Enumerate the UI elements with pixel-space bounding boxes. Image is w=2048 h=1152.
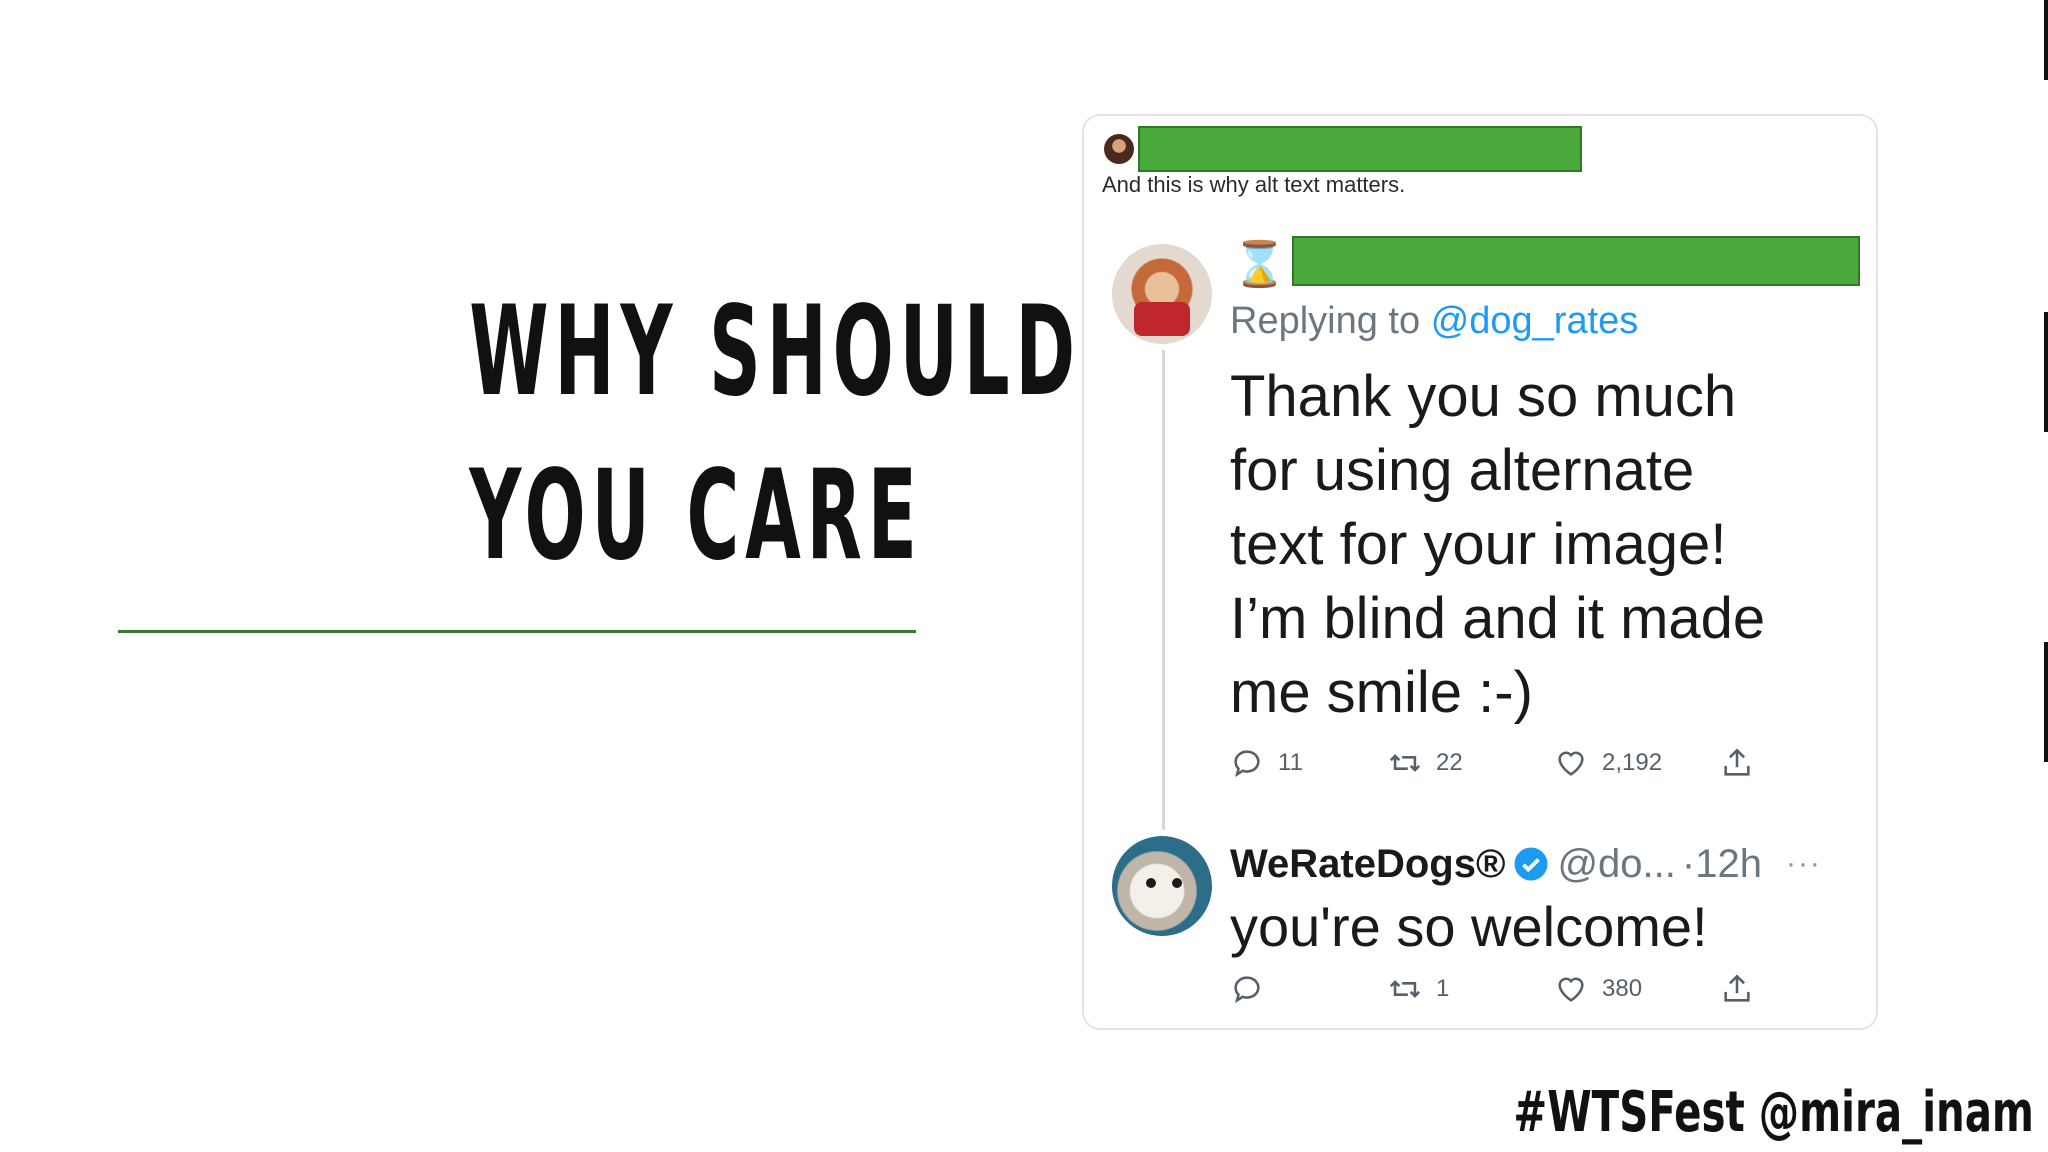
like-button[interactable]: 2,192 bbox=[1554, 746, 1662, 780]
retweet-count: 1 bbox=[1436, 975, 1450, 1002]
share-button[interactable] bbox=[1720, 972, 1754, 1006]
retweet-button[interactable]: 22 bbox=[1388, 746, 1463, 780]
replying-prefix: Replying to bbox=[1230, 300, 1421, 342]
comment-icon bbox=[1234, 976, 1260, 1004]
heart-icon bbox=[1558, 977, 1584, 1002]
title-divider bbox=[118, 630, 916, 633]
thread-line bbox=[1162, 350, 1165, 830]
reply-button[interactable] bbox=[1230, 972, 1278, 1006]
slide-title-line-2: YOU CARE bbox=[469, 444, 923, 588]
more-options-icon[interactable]: ··· bbox=[1786, 847, 1822, 881]
tweet-line: text for your image! bbox=[1230, 512, 1727, 577]
quote-text: And this is why alt text matters. bbox=[1102, 172, 1406, 197]
like-button[interactable]: 380 bbox=[1554, 972, 1642, 1006]
reply-body: you're so welcome! bbox=[1230, 895, 1708, 958]
reply-handle[interactable]: @do... bbox=[1557, 842, 1675, 887]
comment-icon bbox=[1234, 750, 1260, 778]
edge-bar-top bbox=[2044, 0, 2048, 80]
reply-time: ·12h bbox=[1681, 841, 1762, 886]
tweet-body: Thank you so much for using alternate te… bbox=[1230, 360, 1840, 730]
share-icon bbox=[1724, 974, 1750, 1002]
retweet-icon bbox=[1389, 754, 1421, 772]
hourglass-icon: ⌛ bbox=[1232, 239, 1287, 290]
tweet-line: for using alternate bbox=[1230, 438, 1695, 503]
like-count: 380 bbox=[1602, 975, 1643, 1002]
heart-icon bbox=[1558, 751, 1584, 776]
tweet-avatar[interactable] bbox=[1112, 244, 1212, 344]
reply-button[interactable]: 11 bbox=[1230, 746, 1303, 780]
retweet-button[interactable]: 1 bbox=[1388, 972, 1449, 1006]
edge-bar-middle bbox=[2044, 312, 2048, 432]
tweet-actions: 11 22 2,192 bbox=[1230, 746, 1770, 786]
share-button[interactable] bbox=[1720, 746, 1754, 780]
quote-avatar bbox=[1104, 134, 1134, 164]
reply-count: 11 bbox=[1278, 749, 1303, 776]
reply-actions: 1 380 bbox=[1230, 972, 1770, 1012]
tweet-screenshot: And this is why alt text matters. ⌛ Repl… bbox=[1082, 114, 1878, 1030]
retweet-icon bbox=[1389, 980, 1421, 998]
redacted-username-bar bbox=[1292, 236, 1860, 286]
reply-header: WeRateDogs® @do... ·12h ··· bbox=[1230, 834, 1822, 894]
reply-display-name[interactable]: WeRateDogs® bbox=[1230, 842, 1505, 887]
slide-title: WHY SHOULD YOU CARE bbox=[469, 270, 1081, 598]
verified-badge-icon bbox=[1514, 847, 1548, 881]
reply-avatar[interactable] bbox=[1112, 836, 1212, 936]
slide-title-line-1: WHY SHOULD bbox=[469, 280, 1081, 424]
tweet-line: I’m blind and it made bbox=[1230, 586, 1766, 651]
redacted-name-bar bbox=[1138, 126, 1582, 172]
share-icon bbox=[1724, 748, 1750, 776]
replying-handle-link[interactable]: @dog_rates bbox=[1431, 300, 1639, 342]
tweet-line: Thank you so much bbox=[1230, 364, 1737, 429]
retweet-count: 22 bbox=[1436, 749, 1463, 776]
tweet-line: me smile :-) bbox=[1230, 660, 1533, 725]
like-count: 2,192 bbox=[1602, 749, 1663, 776]
replying-to: Replying to @dog_rates bbox=[1230, 300, 1638, 343]
edge-bar-lower bbox=[2044, 642, 2048, 762]
footer-hashtag: #WTSFest @mira_inam bbox=[1513, 1080, 2034, 1145]
